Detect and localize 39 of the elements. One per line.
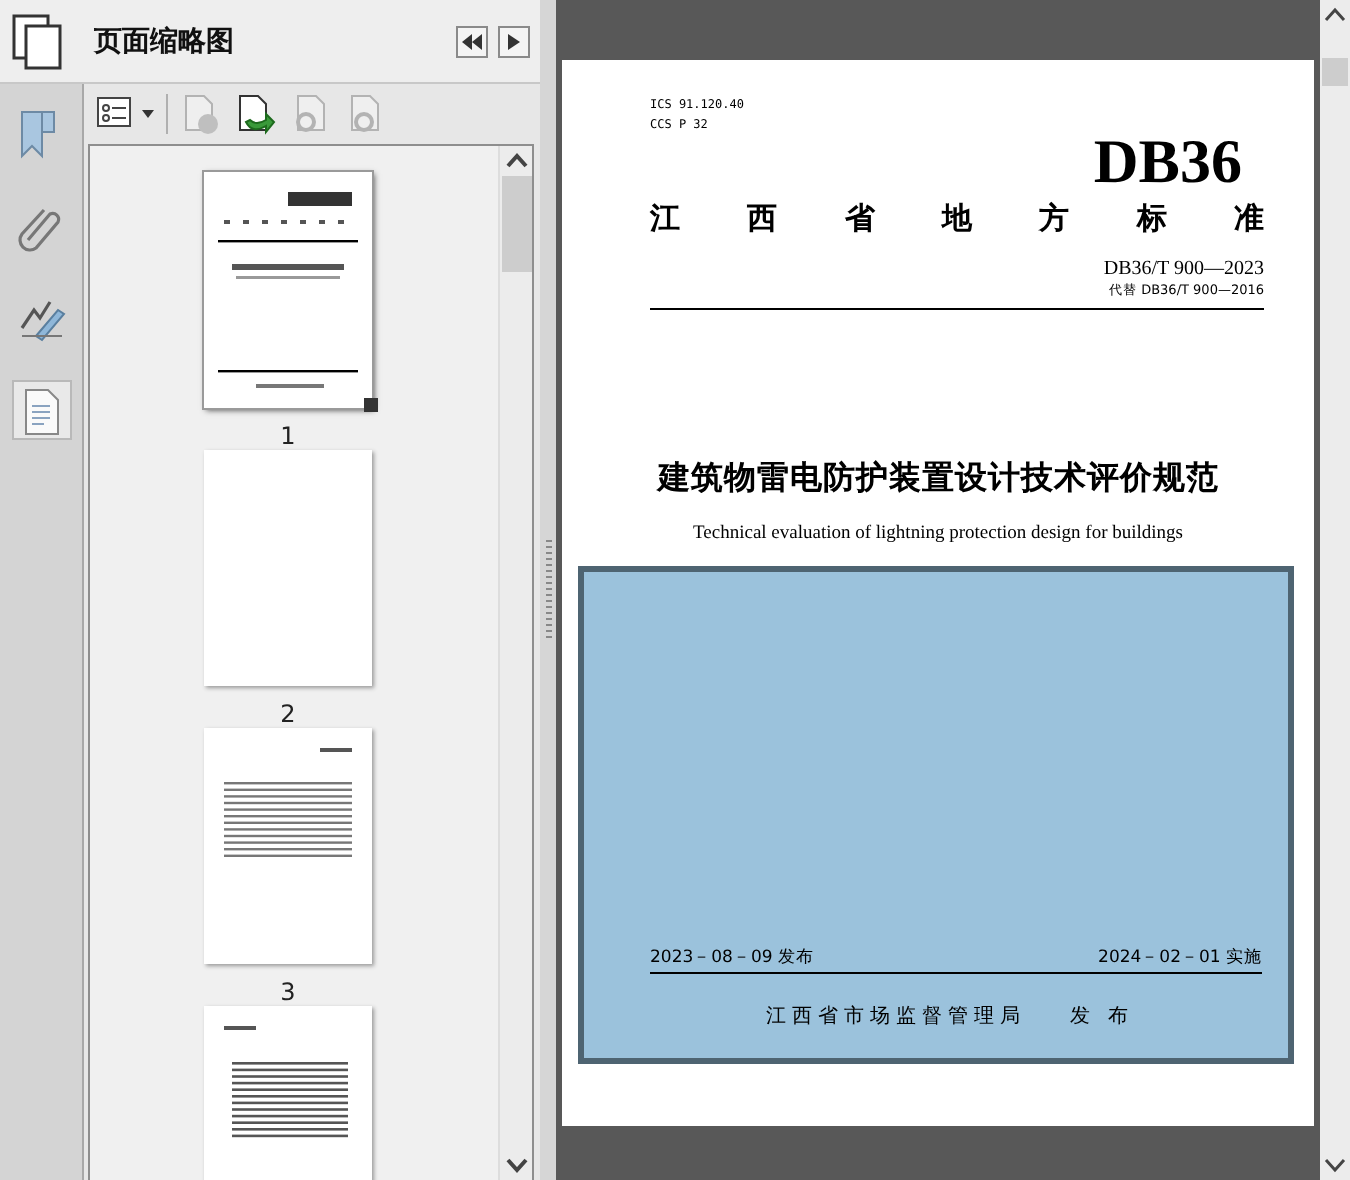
standard-category: 地 <box>941 200 972 238</box>
issue-date: 2023－08－09 发布 <box>650 946 814 970</box>
standard-category: 省 <box>844 200 875 238</box>
page-thumbnail[interactable] <box>204 450 372 686</box>
sidebar-tab[interactable] <box>11 380 71 440</box>
standard-number: DB36/T 900—2023 <box>1103 258 1264 280</box>
scrollbar-thumb[interactable] <box>1322 58 1348 86</box>
page-thumbnail[interactable] <box>204 728 372 964</box>
english-title: Technical evaluation of lightning protection design for buildings <box>691 524 1185 544</box>
standard-category: 江 <box>650 200 680 238</box>
standard-category: 西 <box>747 200 778 238</box>
issuer-action: 发 布 <box>1069 1004 1135 1030</box>
document-title: 建筑物雷电防护装置设计技术评价规范 <box>654 458 1221 500</box>
page-number: 2 <box>280 700 296 728</box>
panel-title: 页面缩略图 <box>94 23 236 59</box>
toolbar-button[interactable] <box>234 93 276 135</box>
standard-category: 准 <box>1233 200 1264 238</box>
page-number: 1 <box>280 422 296 450</box>
collapse-button[interactable] <box>456 25 488 57</box>
pages-icon <box>12 13 64 69</box>
standard-category: 方 <box>1039 200 1070 238</box>
caret-icon <box>142 110 154 118</box>
selection-handle[interactable] <box>364 398 378 412</box>
page-delete-icon <box>180 93 222 135</box>
page-number: 3 <box>280 978 296 1006</box>
page-thumbnail[interactable] <box>204 1006 372 1180</box>
page-thumbnail[interactable] <box>204 172 372 408</box>
effective-date: 2024－02－01 实施 <box>1098 946 1262 970</box>
page-arrow-icon <box>234 93 276 135</box>
splitter-handle[interactable] <box>545 540 551 640</box>
scrollbar[interactable] <box>1320 0 1350 1180</box>
scrollbar[interactable] <box>498 146 532 1180</box>
expand-button[interactable] <box>498 25 530 57</box>
scrollbar-thumb[interactable] <box>501 176 531 272</box>
double-triangle-icon <box>462 33 482 49</box>
triangle-icon <box>508 33 520 49</box>
standard-logo: DB36 <box>1093 132 1242 192</box>
standard-category: 标 <box>1136 200 1167 238</box>
issuer-name: 江西省市场监督管理局 <box>765 1003 1026 1030</box>
